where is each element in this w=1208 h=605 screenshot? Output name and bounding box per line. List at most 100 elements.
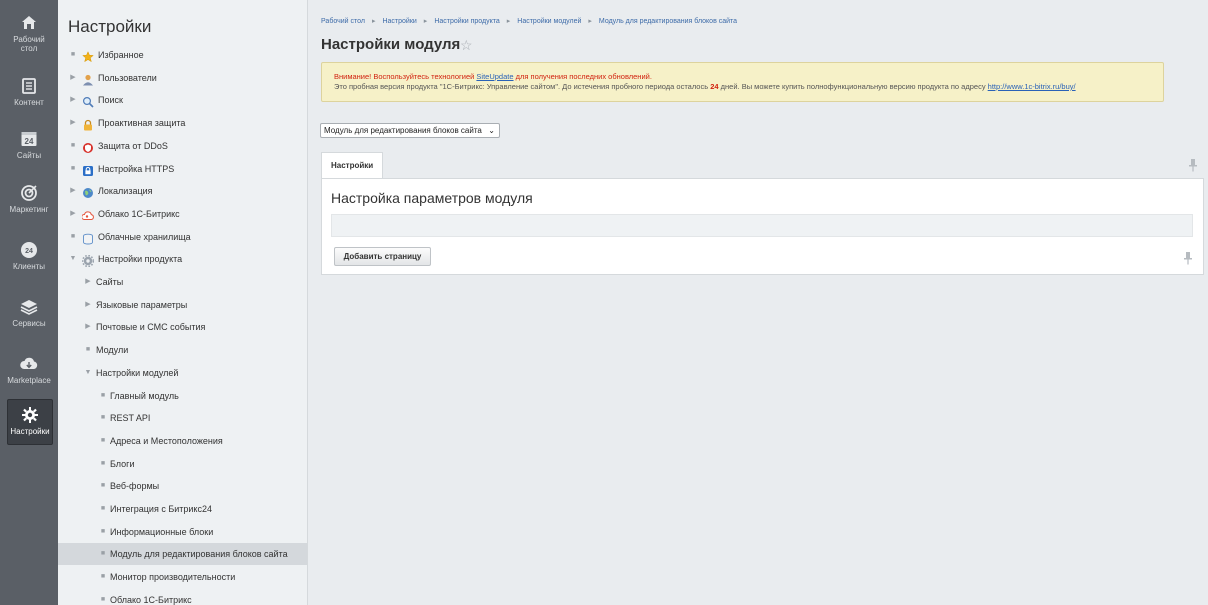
- menu-item-label: Облако 1С-Битрикс: [110, 594, 192, 605]
- rail-item-label: Сервисы: [12, 319, 46, 328]
- menu-item[interactable]: ▶ Проактивная защита: [58, 112, 307, 134]
- rail-item-label: Маркетинг: [9, 205, 49, 214]
- menu-item[interactable]: ■ REST API: [58, 407, 307, 429]
- bullet-icon: ■: [100, 505, 106, 512]
- warning-line-1: Внимание! Воспользуйтесь технологией Sit…: [334, 72, 1151, 82]
- lock-icon: [82, 117, 94, 131]
- breadcrumb-current[interactable]: Модуль для редактирования блоков сайта: [599, 18, 737, 25]
- menu-item-label: Облачные хранилища: [98, 231, 191, 242]
- menu-item[interactable]: ▶ Локализация: [58, 180, 307, 202]
- favorite-star-icon[interactable]: ☆: [460, 37, 473, 54]
- menu-item-label: Почтовые и СМС события: [96, 322, 206, 333]
- menu-item[interactable]: ■ Защита от DDoS: [58, 135, 307, 157]
- rail-item-desktop[interactable]: Рабочий стол: [0, 14, 58, 53]
- menu-item[interactable]: ▼ Настройки продукта: [58, 248, 307, 270]
- bullet-icon: ■: [100, 459, 106, 467]
- menu-item[interactable]: ▶ Сайты: [58, 271, 307, 293]
- rail-item-clients[interactable]: 24 Клиенты: [0, 241, 58, 271]
- menu-item[interactable]: ▼ Настройки модулей: [58, 362, 307, 384]
- menu-item[interactable]: ▶ Языковые параметры: [58, 294, 307, 316]
- menu-item-label: Главный модуль: [110, 390, 179, 401]
- breadcrumb-link[interactable]: Настройки модулей: [517, 18, 581, 25]
- breadcrumb-link[interactable]: Настройки продукта: [434, 18, 499, 25]
- menu-item-label: Защита от DDoS: [98, 140, 168, 151]
- menu-item-label: Настройка HTTPS: [98, 163, 175, 174]
- menu-item-label: Интеграция с Битрикс24: [110, 504, 212, 514]
- bullet-icon: ■: [100, 573, 106, 581]
- menu-item[interactable]: ■ Информационные блоки: [58, 521, 307, 543]
- pin-icon[interactable]: [1188, 158, 1198, 172]
- menu-item[interactable]: ■ Адреса и Местоположения: [58, 430, 307, 452]
- gear-small-icon: [81, 253, 95, 268]
- menu-item-label: Проактивная защита: [98, 118, 186, 129]
- menu-item[interactable]: ▶ Поиск: [58, 89, 307, 111]
- expand-arrow-icon[interactable]: ▶: [83, 271, 93, 293]
- layers-icon: [20, 300, 38, 315]
- rail-item-services[interactable]: Сервисы: [0, 298, 58, 328]
- expand-arrow-icon[interactable]: ▶: [68, 89, 78, 111]
- menu-item[interactable]: ■ Облако 1С-Битрикс: [58, 589, 307, 605]
- menu-item-label: Адреса и Местоположения: [110, 435, 223, 446]
- menu-item[interactable]: ▶ Облако 1С-Битрикс: [58, 203, 307, 225]
- warning-text: для получения последних обновлений.: [513, 72, 652, 81]
- bullet-icon: ■: [100, 550, 106, 558]
- panel-title: Настройка параметров модуля: [331, 190, 533, 206]
- trial-days-count: 24: [710, 82, 719, 91]
- expand-arrow-icon[interactable]: ▶: [68, 67, 78, 89]
- document-icon: [22, 78, 36, 94]
- menu-item[interactable]: ■ Настройка HTTPS: [58, 158, 307, 180]
- menu-item-label: Локализация: [98, 186, 153, 197]
- menu-item[interactable]: ■ Блоги: [58, 453, 307, 475]
- menu-item[interactable]: ■ Избранное: [58, 44, 307, 66]
- menu-item[interactable]: ▶ Почтовые и СМС события: [58, 316, 307, 338]
- buy-link[interactable]: http://www.1c-bitrix.ru/buy/: [988, 82, 1076, 91]
- rail-item-content[interactable]: Контент: [0, 77, 58, 107]
- rail-item-label: Marketplace: [7, 376, 51, 385]
- menu-item[interactable]: ▶ Пользователи: [58, 67, 307, 89]
- breadcrumb-link[interactable]: Настройки: [382, 18, 416, 25]
- breadcrumb-separator-icon: ▸: [506, 18, 511, 25]
- globe-icon: [82, 185, 94, 199]
- main-content: Рабочий стол ▸ Настройки ▸ Настройки продукт…: [309, 0, 1208, 605]
- cloud-download-icon: [20, 357, 38, 369]
- calendar-icon: 24: [21, 132, 37, 146]
- menu-item[interactable]: ■ Модуль для редактирования блоков сайта: [58, 543, 307, 566]
- menu-item[interactable]: ■ Главный модуль: [58, 385, 307, 407]
- menu-item[interactable]: ■ Модули: [58, 339, 307, 361]
- pin-icon[interactable]: [1183, 251, 1193, 265]
- bitrix24-icon: 24: [21, 242, 37, 258]
- breadcrumb-link[interactable]: Рабочий стол: [321, 18, 365, 25]
- expand-arrow-icon[interactable]: ▶: [83, 316, 93, 338]
- chevron-down-icon: ⌄: [488, 126, 495, 135]
- expand-arrow-icon[interactable]: ▶: [83, 294, 93, 316]
- search-icon: [82, 94, 94, 108]
- collapse-arrow-icon[interactable]: ▼: [68, 248, 78, 270]
- rail-item-sites[interactable]: 24 Сайты: [0, 130, 58, 160]
- star-icon: [82, 49, 94, 63]
- warning-line-2: Это пробная версия продукта "1С-Битрикс:…: [334, 82, 1151, 92]
- menu-item-label: Монитор производительности: [110, 572, 236, 583]
- add-page-button[interactable]: Добавить страницу: [334, 247, 431, 266]
- menu-item-label: REST API: [110, 413, 151, 424]
- tab-settings[interactable]: Настройки: [321, 152, 383, 179]
- menu-item[interactable]: ■ Интеграция с Битрикс24: [58, 498, 307, 520]
- expand-arrow-icon[interactable]: ▶: [68, 112, 78, 134]
- collapse-arrow-icon[interactable]: ▼: [83, 362, 93, 384]
- expand-arrow-icon[interactable]: ▶: [68, 180, 78, 202]
- siteupdate-link[interactable]: SiteUpdate: [476, 72, 513, 81]
- module-select[interactable]: Модуль для редактирования блоков сайта ⌄: [320, 123, 500, 138]
- storage-icon: [82, 231, 94, 245]
- trial-warning-banner: Внимание! Воспользуйтесь технологией Sit…: [321, 62, 1164, 102]
- rail-item-label: Контент: [14, 98, 44, 107]
- settings-panel: Настройка параметров модуля Добавить стр…: [321, 178, 1204, 275]
- expand-arrow-icon[interactable]: ▶: [68, 203, 78, 225]
- rail-item-marketplace[interactable]: Marketplace: [0, 355, 58, 385]
- rail-item-label: Рабочий: [13, 35, 45, 44]
- menu-item-label: Настройки продукта: [98, 254, 183, 265]
- rail-item-settings[interactable]: Настройки: [7, 399, 53, 445]
- menu-item[interactable]: ■ Облачные хранилища: [58, 226, 307, 248]
- pages-list-area: [331, 214, 1193, 237]
- menu-item[interactable]: ■ Монитор производительности: [58, 566, 307, 588]
- menu-item[interactable]: ■ Веб-формы: [58, 475, 307, 497]
- rail-item-marketing[interactable]: Маркетинг: [0, 184, 58, 214]
